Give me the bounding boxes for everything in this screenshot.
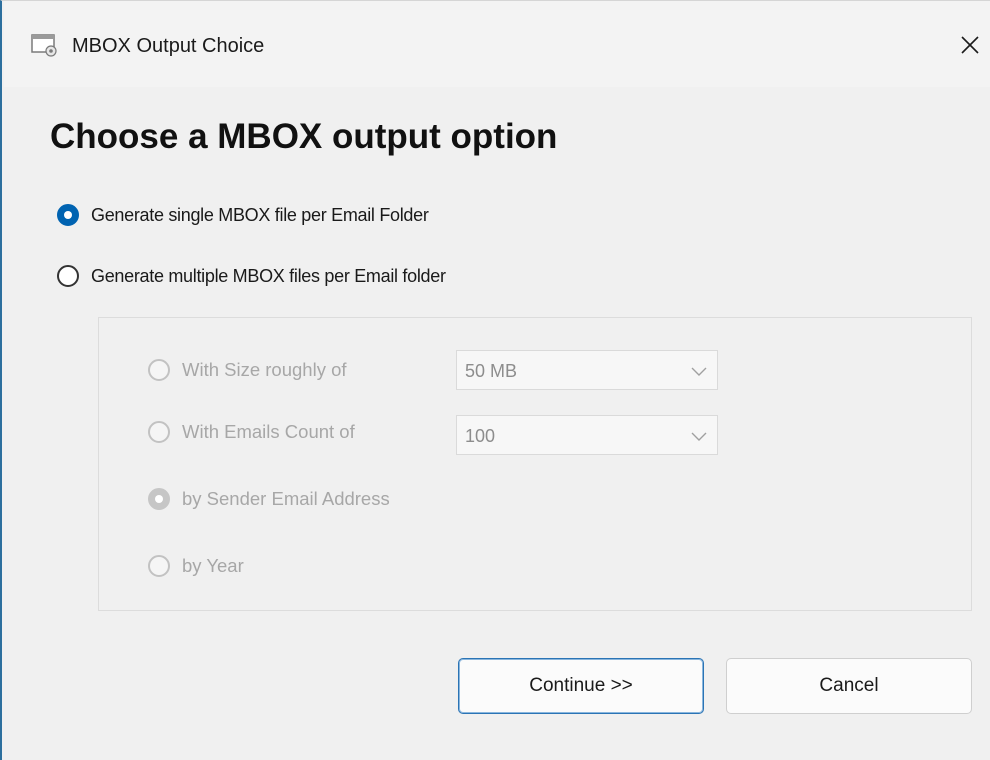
radio-multiple-mbox[interactable] xyxy=(57,265,79,287)
close-icon[interactable] xyxy=(954,29,986,61)
option-single-mbox-label: Generate single MBOX file per Email Fold… xyxy=(91,204,429,225)
count-dropdown-value: 100 xyxy=(465,426,496,446)
cancel-button[interactable]: Cancel xyxy=(726,658,972,714)
size-dropdown-value: 50 MB xyxy=(465,361,518,381)
radio-year[interactable] xyxy=(148,555,170,577)
radio-size[interactable] xyxy=(148,359,170,381)
radio-sender[interactable] xyxy=(148,488,170,510)
page-heading: Choose a MBOX output option xyxy=(50,117,558,156)
sub-option-year[interactable]: by Year xyxy=(148,555,244,577)
title-bar[interactable]: MBOX Output Choice xyxy=(4,1,990,87)
close-button[interactable] xyxy=(954,29,986,61)
option-single-mbox[interactable]: Generate single MBOX file per Email Fold… xyxy=(57,204,429,226)
radio-single-mbox[interactable] xyxy=(57,204,79,226)
continue-button[interactable]: Continue >> xyxy=(458,658,704,714)
sub-option-size-label: With Size roughly of xyxy=(182,359,347,380)
sub-option-sender-label: by Sender Email Address xyxy=(182,488,390,509)
window-title: MBOX Output Choice xyxy=(72,35,265,57)
count-dropdown[interactable]: 100 xyxy=(456,415,718,455)
sub-option-count[interactable]: With Emails Count of xyxy=(148,421,355,443)
size-dropdown[interactable]: 50 MB xyxy=(456,350,718,390)
option-multiple-mbox-label: Generate multiple MBOX files per Email f… xyxy=(91,265,446,286)
dialog-window: MBOX Output Choice Choose a MBOX output … xyxy=(0,0,990,760)
sub-option-size[interactable]: With Size roughly of xyxy=(148,359,347,381)
sub-option-sender[interactable]: by Sender Email Address xyxy=(148,488,390,510)
window-app-icon xyxy=(31,32,59,58)
chevron-down-icon xyxy=(691,364,707,378)
option-multiple-mbox[interactable]: Generate multiple MBOX files per Email f… xyxy=(57,265,446,287)
sub-option-year-label: by Year xyxy=(182,555,244,576)
radio-count[interactable] xyxy=(148,421,170,443)
chevron-down-icon xyxy=(691,429,707,443)
sub-option-count-label: With Emails Count of xyxy=(182,421,355,442)
